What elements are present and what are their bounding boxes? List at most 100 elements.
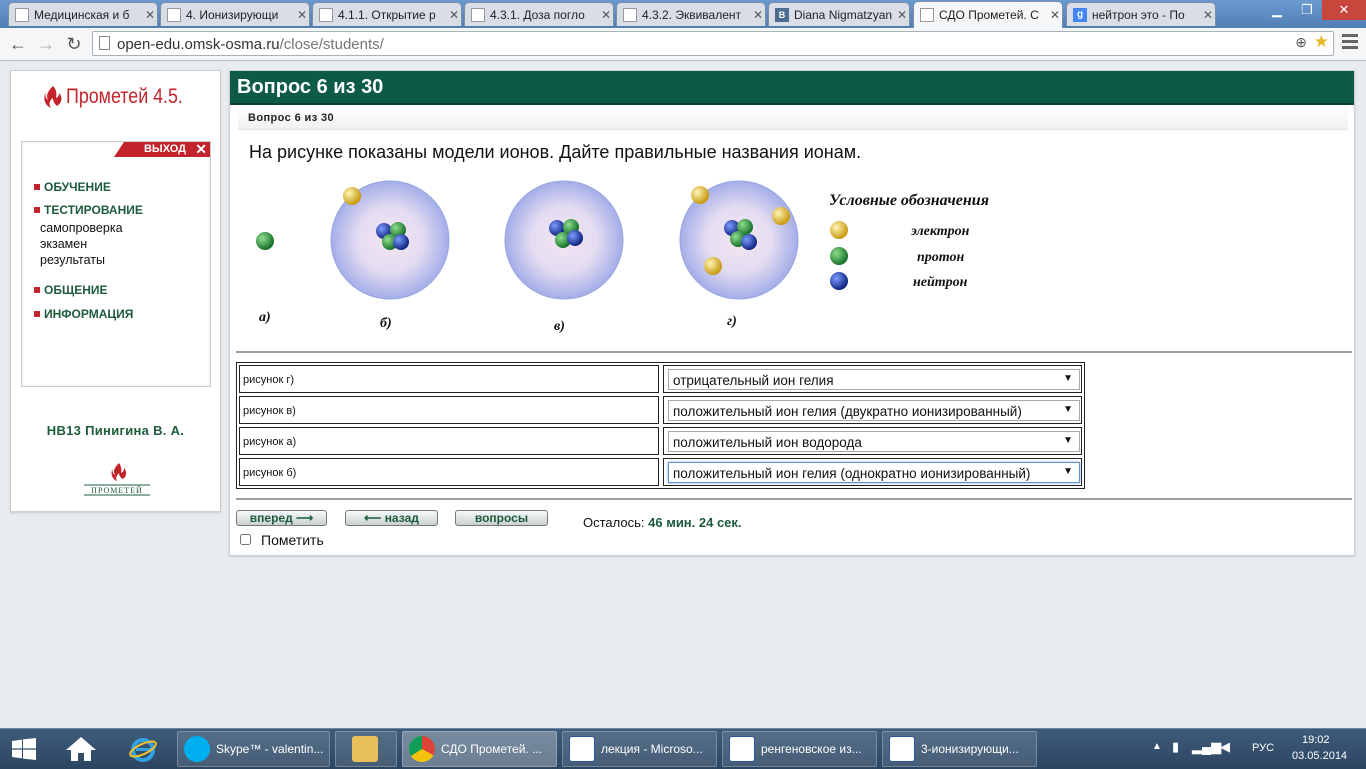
tab-title: 4.1.1. Открытие р	[338, 7, 436, 22]
sidebar-menu: ВЫХОД ✕ ОБУЧЕНИЕ ТЕСТИРОВАНИЕ самопровер…	[21, 141, 211, 387]
browser-tab-active[interactable]: СДО Прометей. С ✕	[913, 1, 1063, 28]
signal-icon[interactable]: ▂▄▆	[1192, 739, 1221, 755]
forward-button[interactable]: вперед ⟶	[236, 510, 327, 526]
back-button[interactable]: ⟵ назад	[345, 510, 438, 526]
legend-electron-marker	[830, 221, 848, 239]
clock-date[interactable]: 03.05.2014	[1292, 750, 1347, 762]
taskbar-item-explorer[interactable]	[335, 731, 397, 767]
close-icon[interactable]: ✕	[751, 8, 765, 22]
bullet-icon	[34, 311, 40, 317]
sidebar-item-results[interactable]: результаты	[40, 252, 105, 268]
google-icon: g	[1073, 7, 1087, 22]
clock-time[interactable]: 19:02	[1302, 734, 1330, 746]
figure-label-g: г)	[727, 314, 737, 329]
vk-icon: B	[775, 7, 789, 22]
bullet-icon	[34, 287, 40, 293]
electron-particle	[343, 187, 361, 205]
mark-checkbox-label[interactable]: Пометить	[240, 532, 324, 548]
page-icon	[920, 8, 934, 22]
close-icon: ✕	[195, 141, 207, 157]
browser-tab[interactable]: Медицинская и б ✕	[8, 2, 158, 26]
close-icon[interactable]: ✕	[1048, 8, 1062, 22]
divider	[236, 498, 1352, 500]
electron-particle	[691, 186, 709, 204]
close-icon[interactable]: ✕	[895, 8, 909, 22]
close-icon[interactable]: ✕	[447, 8, 461, 22]
sidebar-item-communication[interactable]: ОБЩЕНИЕ	[34, 283, 108, 297]
figure-label-v: в)	[554, 319, 565, 334]
table-row: рисунок в) положительный ион гелия (двук…	[239, 396, 1082, 424]
tab-title: нейтрон это - По	[1092, 7, 1185, 22]
tab-title: 4.3.1. Доза погло	[490, 7, 585, 22]
page-title: Вопрос 6 из 30	[237, 76, 384, 98]
user-name: НВ13 Пинигина В. А.	[46, 423, 185, 438]
questions-button[interactable]: вопросы	[455, 510, 548, 526]
logo-text: Прометей 4.5.	[66, 85, 183, 108]
address-bar[interactable]: open-edu.omsk-osma.ru/close/students/ ⊕ …	[92, 31, 1334, 56]
answer-select-v[interactable]: положительный ион гелия (двукратно иониз…	[668, 400, 1080, 421]
bookmark-star-icon[interactable]: ★	[1314, 32, 1329, 52]
mark-checkbox[interactable]	[240, 534, 251, 545]
answer-label: рисунок в)	[239, 396, 659, 424]
taskbar-item-chrome[interactable]: СДО Прометей. ...	[402, 731, 557, 767]
sidebar-item-testing[interactable]: ТЕСТИРОВАНИЕ	[34, 203, 143, 217]
volume-icon[interactable]: ◀	[1220, 739, 1230, 755]
logout-button[interactable]: ВЫХОД ✕	[113, 141, 210, 157]
language-indicator[interactable]: РУС	[1252, 742, 1274, 754]
prometheus-logo[interactable]: Прометей 4.5.	[43, 83, 204, 111]
internet-explorer-icon[interactable]	[128, 734, 158, 764]
back-arrow-icon[interactable]: ←	[6, 32, 30, 56]
logout-label: ВЫХОД	[143, 143, 186, 155]
window-close-icon[interactable]: ✕	[1322, 0, 1366, 20]
close-icon[interactable]: ✕	[295, 8, 309, 22]
tray-expand-icon[interactable]: ▲	[1152, 741, 1162, 752]
browser-toolbar: ← → ↻ open-edu.omsk-osma.ru/close/studen…	[0, 28, 1366, 61]
time-remaining: Осталось: 46 мин. 24 сек.	[583, 515, 742, 530]
taskbar-item-word-1[interactable]: лекция - Microso...	[562, 731, 717, 767]
browser-tab[interactable]: B Diana Nigmatzyan ✕	[768, 2, 910, 26]
sidebar-item-exam[interactable]: экзамен	[40, 236, 87, 252]
maximize-icon[interactable]: ❐	[1292, 0, 1322, 20]
question-header: Вопрос 6 из 30	[230, 71, 1354, 105]
home-icon[interactable]	[64, 735, 98, 763]
taskbar-item-skype[interactable]: Skype™ - valentin...	[177, 731, 330, 767]
browser-tabstrip: Медицинская и б ✕ 4. Ионизирующи ✕ 4.1.1…	[0, 0, 1366, 28]
page-icon	[623, 7, 637, 22]
question-text: На рисунке показаны модели ионов. Дайте …	[249, 142, 862, 162]
tab-title: Diana Nigmatzyan	[794, 7, 893, 22]
tab-title: 4.3.2. Эквивалент	[642, 7, 742, 22]
sidebar-item-information[interactable]: ИНФОРМАЦИЯ	[34, 307, 133, 321]
answer-select-g[interactable]: отрицательный ион гелия ▼	[668, 369, 1080, 390]
table-row: рисунок а) положительный ион водорода ▼	[239, 427, 1082, 455]
answer-select-a[interactable]: положительный ион водорода ▼	[668, 431, 1080, 452]
prometheus-small-logo[interactable]: ПРОМЕТЕЙ	[83, 461, 151, 497]
browser-tab[interactable]: 4.3.2. Эквивалент ✕	[616, 2, 766, 26]
menu-icon[interactable]	[1342, 34, 1358, 52]
zoom-icon[interactable]: ⊕	[1295, 34, 1307, 51]
forward-arrow-icon[interactable]: →	[34, 32, 58, 56]
taskbar-item-word-2[interactable]: ренгеновское из...	[722, 731, 877, 767]
browser-tab[interactable]: g нейтрон это - По ✕	[1066, 2, 1216, 26]
table-row: рисунок г) отрицательный ион гелия ▼	[239, 365, 1082, 393]
close-icon[interactable]: ✕	[599, 8, 613, 22]
windows-start-icon[interactable]	[12, 738, 36, 760]
tab-title: СДО Прометей. С	[939, 8, 1039, 22]
taskbar-item-word-3[interactable]: 3-ионизирующи...	[882, 731, 1037, 767]
close-icon[interactable]: ✕	[143, 8, 157, 22]
legend-title: Условные обозначения	[829, 192, 989, 209]
electron-particle	[704, 257, 722, 275]
browser-tab[interactable]: 4.3.1. Доза погло ✕	[464, 2, 614, 26]
power-icon[interactable]: ▮	[1172, 739, 1179, 755]
answer-select-b[interactable]: положительный ион гелия (однократно иони…	[668, 462, 1080, 483]
reload-icon[interactable]: ↻	[62, 32, 86, 56]
close-icon[interactable]: ✕	[1201, 8, 1215, 22]
electron-particle	[772, 207, 790, 225]
browser-tab[interactable]: 4. Ионизирующи ✕	[160, 2, 310, 26]
neutron-particle	[741, 234, 757, 250]
word-icon	[729, 736, 755, 762]
sidebar-item-self-check[interactable]: самопроверка	[40, 220, 123, 236]
minimize-icon[interactable]: ▁	[1262, 0, 1292, 20]
browser-tab[interactable]: 4.1.1. Открытие р ✕	[312, 2, 462, 26]
sidebar-item-learning[interactable]: ОБУЧЕНИЕ	[34, 180, 111, 194]
legend-neutron-label: нейтрон	[913, 275, 968, 290]
